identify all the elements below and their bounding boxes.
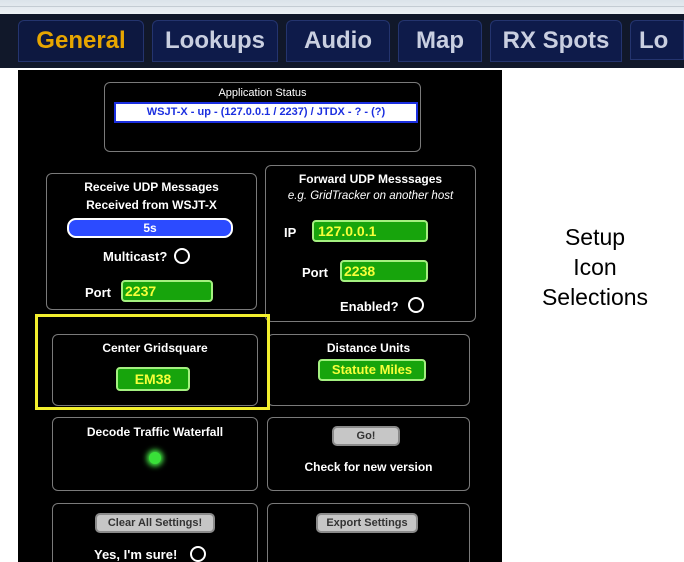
tab-logging[interactable]: Lo: [630, 20, 684, 60]
receive-age-indicator: 5s: [67, 218, 233, 238]
side-note-line-1: Setup: [564, 224, 626, 250]
export-settings-box: Export Settings: [267, 503, 470, 562]
application-status-box: Application Status WSJT-X - up - (127.0.…: [104, 82, 421, 152]
decode-waterfall-box: Decode Traffic Waterfall: [52, 417, 258, 491]
receive-port-label: Port: [85, 285, 111, 300]
setup-icon-selections-note: Setup Icon Selections: [520, 222, 670, 312]
receive-udp-title: Receive UDP Messages: [84, 180, 219, 194]
gridsquare-highlight-annotation: [35, 314, 270, 410]
application-status-value: WSJT-X - up - (127.0.0.1 / 2237) / JTDX …: [114, 102, 418, 123]
clear-confirm-radio[interactable]: [190, 546, 206, 562]
check-version-label: Check for new version: [304, 460, 433, 474]
multicast-radio[interactable]: [174, 248, 190, 264]
forward-udp-subtitle: e.g. GridTracker on another host: [287, 190, 454, 202]
forward-enabled-label: Enabled?: [340, 299, 399, 314]
receive-udp-box: Receive UDP Messages Received from WSJT-…: [46, 173, 257, 310]
forward-udp-box: Forward UDP Messsages e.g. GridTracker o…: [265, 165, 476, 322]
waterfall-status-led[interactable]: [149, 452, 161, 464]
tab-bar: General Lookups Audio Map RX Spots Lo: [0, 14, 684, 68]
forward-udp-title: Forward UDP Messsages: [298, 172, 443, 186]
check-version-button[interactable]: Go!: [332, 426, 400, 446]
clear-all-settings-button[interactable]: Clear All Settings!: [95, 513, 215, 533]
side-note-line-3: Selections: [541, 284, 649, 310]
tab-map[interactable]: Map: [398, 20, 482, 62]
multicast-label: Multicast?: [103, 249, 168, 264]
receive-port-input[interactable]: 2237: [121, 280, 213, 302]
forward-port-label: Port: [302, 265, 328, 280]
tab-rx-spots[interactable]: RX Spots: [490, 20, 622, 62]
forward-ip-input[interactable]: 127.0.0.1: [312, 220, 428, 242]
forward-enabled-radio[interactable]: [408, 297, 424, 313]
distance-units-box: Distance Units Statute Miles: [267, 334, 470, 406]
receive-udp-subtitle: Received from WSJT-X: [86, 198, 217, 212]
export-settings-button[interactable]: Export Settings: [316, 513, 418, 533]
tab-audio[interactable]: Audio: [286, 20, 390, 62]
clear-confirm-label: Yes, I'm sure!: [94, 547, 178, 562]
side-note-line-2: Icon: [573, 254, 617, 280]
map-background-strip: [0, 0, 684, 14]
tab-general[interactable]: General: [18, 20, 144, 62]
tab-lookups[interactable]: Lookups: [152, 20, 278, 62]
distance-units-title: Distance Units: [326, 341, 411, 355]
forward-ip-label: IP: [284, 225, 297, 240]
version-check-box: Go! Check for new version: [267, 417, 470, 491]
decode-waterfall-title: Decode Traffic Waterfall: [86, 425, 224, 439]
application-status-title: Application Status: [218, 87, 307, 99]
distance-units-select[interactable]: Statute Miles: [318, 359, 426, 381]
forward-port-input[interactable]: 2238: [340, 260, 428, 282]
clear-settings-box: Clear All Settings! Yes, I'm sure!: [52, 503, 258, 562]
